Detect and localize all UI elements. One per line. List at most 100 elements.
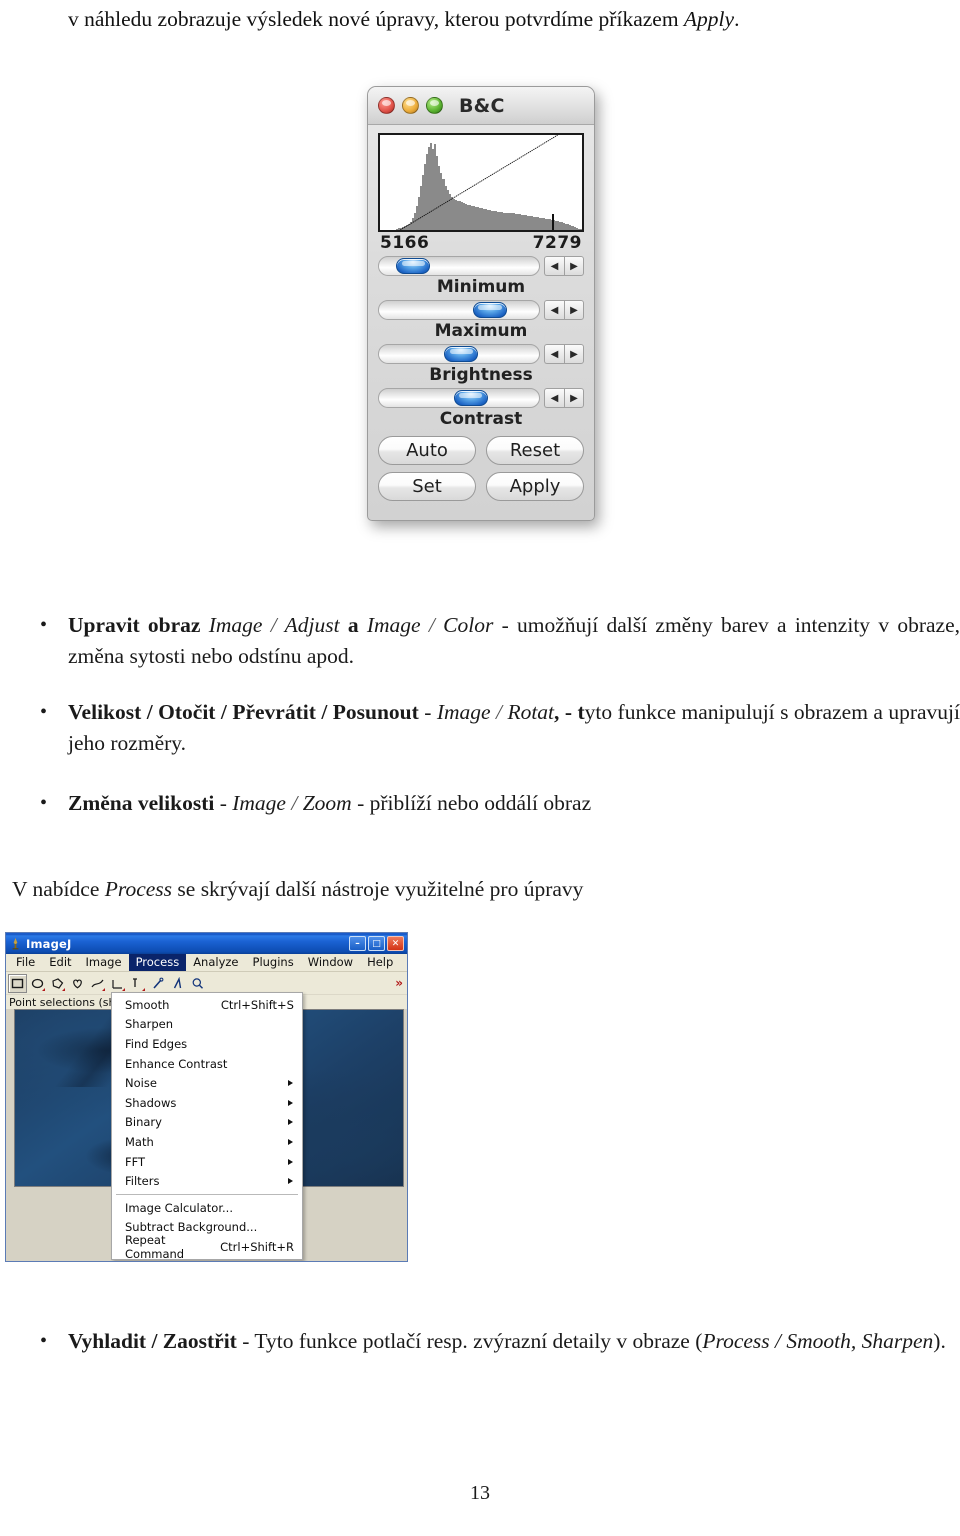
minimum-increment-icon[interactable]: ▶	[564, 256, 584, 276]
final-bullet-bold: Vyhladit / Zaostřit	[68, 1329, 237, 1353]
contrast-slider-row[interactable]: ◀ ▶	[378, 388, 584, 408]
menu-item-fft[interactable]: FFT	[112, 1152, 302, 1172]
bullet-item-zmena-velikosti: • Změna velikosti - Image / Zoom - přibl…	[40, 788, 960, 819]
bc-titlebar[interactable]: B&C	[368, 87, 594, 125]
brightness-slider-row[interactable]: ◀ ▶	[378, 344, 584, 364]
menu-item-shadows[interactable]: Shadows	[112, 1093, 302, 1113]
maximum-slider-track[interactable]	[378, 300, 540, 320]
line-tool[interactable]	[88, 974, 107, 993]
menu-item-enhance-contrast[interactable]: Enhance Contrast	[112, 1054, 302, 1074]
bullet-item-vyhladit-zaostrit: • Vyhladit / Zaostřit - Tyto funkce potl…	[40, 1326, 960, 1357]
final-bullet-normal2: ).	[933, 1329, 946, 1353]
text-segment: Image	[366, 613, 421, 637]
close-button[interactable]: ✕	[387, 936, 404, 951]
contrast-slider-track[interactable]	[378, 388, 540, 408]
menu-item-noise[interactable]: Noise	[112, 1073, 302, 1093]
tool-options-corner-icon	[142, 987, 145, 991]
minimize-button[interactable]	[402, 97, 419, 114]
menu-item-smooth[interactable]: Smooth Ctrl+Shift+S	[112, 995, 302, 1015]
maximum-slider-row[interactable]: ◀ ▶	[378, 300, 584, 320]
imagej-titlebar[interactable]: ImageJ – □ ✕	[6, 933, 407, 954]
final-bullet-italic: Process / Smooth, Sharpen	[702, 1329, 934, 1353]
bullet-text: Upravit obraz Image / Adjust a Image / C…	[68, 613, 960, 668]
minimum-slider-row[interactable]: ◀ ▶	[378, 256, 584, 276]
dropper-tool[interactable]	[228, 974, 247, 993]
menu-plugins[interactable]: Plugins	[246, 954, 301, 971]
text-segment: Zoom	[302, 791, 352, 815]
menu-item-repeat-command[interactable]: Repeat Command Ctrl+Shift+R	[112, 1233, 302, 1261]
minimize-button[interactable]: –	[349, 936, 366, 951]
menu-process[interactable]: Process	[128, 954, 187, 971]
paragraph-part2: se skrývají další nástroje využitelné pr…	[172, 877, 584, 901]
rectangle-tool[interactable]	[8, 973, 27, 993]
maximum-stepper[interactable]: ◀ ▶	[544, 300, 584, 320]
angle-tool[interactable]	[108, 974, 127, 993]
wand-tool[interactable]	[148, 974, 167, 993]
intro-text-part2: .	[734, 7, 740, 31]
menu-separator	[116, 1193, 298, 1195]
minimum-decrement-icon[interactable]: ◀	[544, 256, 564, 276]
minimum-slider-knob[interactable]	[396, 258, 431, 274]
brightness-stepper[interactable]: ◀ ▶	[544, 344, 584, 364]
auto-button[interactable]: Auto	[378, 436, 476, 465]
histogram-range-labels: 5166 7279	[378, 232, 584, 253]
hand-tool[interactable]	[208, 974, 227, 993]
brightness-slider-knob[interactable]	[444, 346, 479, 362]
menu-item-image-calculator[interactable]: Image Calculator...	[112, 1198, 302, 1218]
brightness-slider-track[interactable]	[378, 344, 540, 364]
brightness-increment-icon[interactable]: ▶	[564, 344, 584, 364]
point-tool[interactable]	[128, 974, 147, 993]
set-button[interactable]: Set	[378, 472, 476, 501]
imagej-window[interactable]: ImageJ – □ ✕ File Edit Image Process Analyze…	[5, 932, 408, 1262]
menu-image[interactable]: Image	[79, 954, 129, 971]
minimum-slider-track[interactable]	[378, 256, 540, 276]
menu-item-sharpen[interactable]: Sharpen	[112, 1015, 302, 1035]
intro-apply-emphasis: Apply	[683, 7, 735, 31]
polygon-tool[interactable]	[48, 974, 67, 993]
close-button[interactable]	[378, 97, 395, 114]
menu-edit[interactable]: Edit	[42, 954, 78, 971]
minimum-slider-label: Minimum	[436, 277, 526, 297]
contrast-decrement-icon[interactable]: ◀	[544, 388, 564, 408]
menu-item-label: Repeat Command	[125, 1232, 185, 1261]
paragraph-part1: V nabídce	[12, 877, 105, 901]
menu-window[interactable]: Window	[301, 954, 360, 971]
menu-item-binary[interactable]: Binary	[112, 1113, 302, 1133]
text-segment: Rotat	[507, 700, 555, 724]
menu-item-shortcut: Ctrl+Shift+S	[220, 997, 294, 1012]
process-menu-paragraph: V nabídce Process se skrývají další nást…	[12, 874, 942, 905]
contrast-stepper[interactable]: ◀ ▶	[544, 388, 584, 408]
contrast-increment-icon[interactable]: ▶	[564, 388, 584, 408]
magnifier-tool[interactable]	[188, 974, 207, 993]
bullet-marker: •	[40, 701, 48, 723]
menu-item-find-edges[interactable]: Find Edges	[112, 1034, 302, 1054]
reset-button[interactable]: Reset	[486, 436, 584, 465]
maximize-button[interactable]: □	[368, 936, 385, 951]
maximum-decrement-icon[interactable]: ◀	[544, 300, 564, 320]
menu-item-math[interactable]: Math	[112, 1132, 302, 1152]
process-menu-dropdown[interactable]: Smooth Ctrl+Shift+S Sharpen Find Edges Enhan…	[111, 992, 303, 1261]
brightness-contrast-dialog[interactable]: B&C 5166 7279 ◀ ▶ Minimum ◀ ▶ Maximum ◀ …	[367, 86, 595, 521]
contrast-slider-label: Contrast	[439, 409, 523, 429]
intro-paragraph: v náhledu zobrazuje výsledek nové úpravy…	[68, 4, 948, 34]
text-tool[interactable]	[168, 974, 187, 993]
oval-tool[interactable]	[28, 974, 47, 993]
brightness-decrement-icon[interactable]: ◀	[544, 344, 564, 364]
apply-button[interactable]: Apply	[486, 472, 584, 501]
imagej-toolbar[interactable]: »	[6, 972, 407, 994]
submenu-arrow-icon	[288, 1119, 293, 1126]
menu-item-label: Math	[125, 1134, 154, 1149]
maximum-slider-knob[interactable]	[473, 302, 507, 318]
minimum-stepper[interactable]: ◀ ▶	[544, 256, 584, 276]
menu-help[interactable]: Help	[360, 954, 400, 971]
maximum-increment-icon[interactable]: ▶	[564, 300, 584, 320]
more-tools-icon[interactable]: »	[395, 976, 403, 990]
submenu-arrow-icon	[288, 1099, 293, 1106]
menu-file[interactable]: File	[9, 954, 42, 971]
contrast-slider-knob[interactable]	[453, 390, 488, 406]
menu-item-filters[interactable]: Filters	[112, 1171, 302, 1191]
menu-analyze[interactable]: Analyze	[186, 954, 245, 971]
zoom-button[interactable]	[426, 97, 443, 114]
freehand-tool[interactable]	[68, 974, 87, 993]
imagej-menubar[interactable]: File Edit Image Process Analyze Plugins Window…	[6, 954, 407, 972]
